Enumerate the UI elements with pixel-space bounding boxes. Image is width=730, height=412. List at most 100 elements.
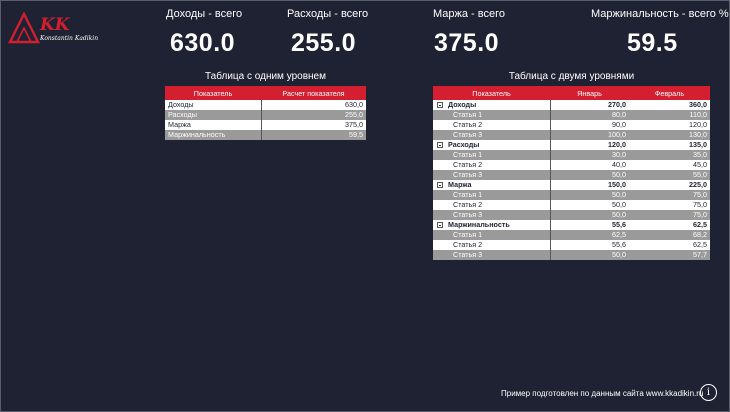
footer-note: Пример подготовлен по данным сайта www.k… — [501, 389, 704, 398]
collapse-icon[interactable] — [437, 102, 443, 108]
logo-caption: Konstantin Kadikin — [39, 35, 98, 42]
subrow-feb: 57,7 — [629, 250, 710, 260]
group-row[interactable]: Маржинальность 55,6 62,5 — [433, 220, 710, 230]
group-feb: 62,5 — [629, 220, 710, 230]
kpi-label: Маржинальность - всего % — [591, 8, 729, 20]
subrow-feb: 62,5 — [629, 240, 710, 250]
subrow-label: Статья 3 — [433, 210, 550, 220]
brand-logo: KK Konstantin Kadikin — [8, 11, 98, 44]
subrow-label: Статья 3 — [433, 250, 550, 260]
row-value: 630,0 — [260, 100, 366, 110]
group-row[interactable]: Расходы 120,0 135,0 — [433, 140, 710, 150]
subrow-label: Статья 1 — [433, 110, 550, 120]
subrow-feb: 75,0 — [629, 190, 710, 200]
group-row[interactable]: Доходы 270,0 360,0 — [433, 100, 710, 110]
group-label-cell: Расходы — [433, 140, 550, 150]
table-row: Маржинальность 59,5 — [165, 130, 366, 140]
subrow-jan: 90,0 — [549, 120, 629, 130]
table2-title: Таблица с двумя уровнями — [508, 71, 635, 82]
kpi-card-margin-percent: Маржинальность - всего % 59.5 — [591, 8, 729, 58]
collapse-icon[interactable] — [437, 222, 443, 228]
subrow-label: Статья 3 — [433, 170, 550, 180]
kpi-label: Маржа - всего — [433, 8, 505, 20]
table-row: Маржа 375,0 — [165, 120, 366, 130]
subrow-jan: 50,0 — [549, 200, 629, 210]
info-icon[interactable]: i — [700, 384, 717, 401]
group-jan: 150,0 — [549, 180, 629, 190]
logo-letters: KK — [39, 15, 71, 35]
group-label-cell: Маржа — [433, 180, 550, 190]
collapse-icon[interactable] — [437, 182, 443, 188]
subrow-label: Статья 3 — [433, 130, 550, 140]
kpi-card-expenses: Расходы - всего 255.0 — [287, 8, 368, 58]
subrow-feb: 55,0 — [629, 170, 710, 180]
collapse-icon[interactable] — [437, 142, 443, 148]
subrow-feb: 120,0 — [629, 120, 710, 130]
group-jan: 55,6 — [549, 220, 629, 230]
single-level-table: Показатель Расчет показателя Доходы 630,0… — [165, 86, 366, 140]
subrow-jan: 40,0 — [549, 160, 629, 170]
two-level-table: Показатель Январь Февраль Доходы 270,0 360… — [433, 86, 710, 260]
subrow-jan: 30,0 — [549, 150, 629, 160]
column-header[interactable]: Февраль — [629, 86, 710, 100]
group-feb: 360,0 — [629, 100, 710, 110]
table-row: Расходы 255,0 — [165, 110, 366, 120]
subrow-feb: 35,0 — [629, 150, 710, 160]
subrow: Статья 1 62,5 68,2 — [433, 230, 710, 240]
subrow: Статья 2 50,0 75,0 — [433, 200, 710, 210]
group-row[interactable]: Маржа 150,0 225,0 — [433, 180, 710, 190]
subrow-label: Статья 1 — [433, 150, 550, 160]
subrow-feb: 68,2 — [629, 230, 710, 240]
column-header[interactable]: Показатель — [165, 86, 261, 100]
kpi-card-income: Доходы - всего 630.0 — [166, 8, 242, 58]
column-header[interactable]: Январь — [550, 86, 629, 100]
kpi-value: 255.0 — [291, 29, 357, 57]
group-label: Расходы — [448, 140, 480, 149]
subrow-label: Статья 1 — [433, 190, 550, 200]
kpi-card-margin: Маржа - всего 375.0 — [433, 8, 505, 58]
row-label: Доходы — [165, 100, 261, 110]
subrow-feb: 130,0 — [629, 130, 710, 140]
table1-title: Таблица с одним уровнем — [205, 71, 326, 82]
subrow: Статья 3 50,0 75,0 — [433, 210, 710, 220]
kpi-value: 630.0 — [170, 29, 236, 57]
column-header[interactable]: Расчет показателя — [261, 86, 366, 100]
subrow-feb: 75,0 — [629, 200, 710, 210]
kpi-label: Доходы - всего — [166, 8, 243, 20]
subrow: Статья 3 50,0 55,0 — [433, 170, 710, 180]
table-row: Доходы 630,0 — [165, 100, 366, 110]
subrow-label: Статья 2 — [433, 160, 550, 170]
subrow: Статья 3 100,0 130,0 — [433, 130, 710, 140]
subrow: Статья 3 50,0 57,7 — [433, 250, 710, 260]
subrow-label: Статья 2 — [433, 240, 550, 250]
group-label: Доходы — [448, 100, 477, 109]
subrow: Статья 2 40,0 45,0 — [433, 160, 710, 170]
subrow-jan: 62,5 — [549, 230, 629, 240]
subrow-feb: 110,0 — [629, 110, 710, 120]
row-label: Маржинальность — [165, 130, 261, 140]
row-value: 375,0 — [260, 120, 366, 130]
subrow-label: Статья 2 — [433, 200, 550, 210]
subrow: Статья 1 80,0 110,0 — [433, 110, 710, 120]
subrow-label: Статья 1 — [433, 230, 550, 240]
subrow-jan: 80,0 — [549, 110, 629, 120]
group-label-cell: Маржинальность — [433, 220, 550, 230]
row-value: 255,0 — [260, 110, 366, 120]
group-jan: 270,0 — [549, 100, 629, 110]
subrow-feb: 45,0 — [629, 160, 710, 170]
group-feb: 135,0 — [629, 140, 710, 150]
group-label-cell: Доходы — [433, 100, 550, 110]
group-label: Маржинальность — [448, 220, 510, 229]
kpi-label: Расходы - всего — [287, 8, 369, 20]
row-label: Расходы — [165, 110, 261, 120]
group-label: Маржа — [448, 180, 472, 189]
column-header[interactable]: Показатель — [433, 86, 550, 100]
row-label: Маржа — [165, 120, 261, 130]
subrow: Статья 1 30,0 35,0 — [433, 150, 710, 160]
row-value: 59,5 — [260, 130, 366, 140]
subrow-jan: 50,0 — [549, 250, 629, 260]
kpi-value: 375.0 — [434, 29, 500, 57]
group-feb: 225,0 — [629, 180, 710, 190]
subrow-jan: 100,0 — [549, 130, 629, 140]
subrow: Статья 2 55,6 62,5 — [433, 240, 710, 250]
